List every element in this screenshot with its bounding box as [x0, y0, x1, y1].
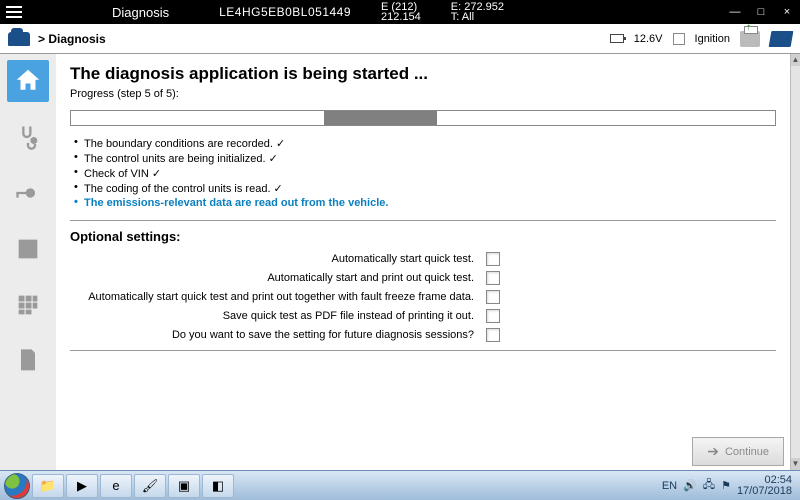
option-row: Automatically start and print out quick … [70, 271, 500, 285]
option-label: Automatically start quick test. [70, 253, 474, 265]
system-clock[interactable]: 02:54 17/07/2018 [737, 475, 792, 497]
clock-time: 02:54 [764, 475, 792, 486]
battery-icon [610, 34, 624, 43]
sidebar-home-button[interactable] [7, 60, 49, 102]
page-title: The diagnosis application is being start… [70, 64, 776, 84]
progress-steps-list: The boundary conditions are recorded. ✓T… [74, 136, 776, 210]
taskbar-app2-button[interactable]: ◧ [202, 474, 234, 498]
tray-flag-icon[interactable]: ⚑ [721, 479, 731, 492]
option-label: Automatically start and print out quick … [70, 272, 474, 284]
document-wrench-icon [14, 347, 42, 375]
scroll-track[interactable] [791, 66, 800, 458]
app-titlebar: Diagnosis LE4HG5EB0BL051449 E (212) 212.… [0, 0, 800, 24]
progress-step: The control units are being initialized.… [74, 151, 776, 166]
continue-button[interactable]: ➔ Continue [692, 437, 784, 466]
progress-segment [324, 111, 437, 125]
separator [70, 220, 776, 221]
vin-display: LE4HG5EB0BL051449 [219, 5, 351, 19]
windows-taskbar: 📁 ▶ e 🖌 ▣ ◧ EN 🔊 🖧 ⚑ 02:54 17/07/2018 [0, 470, 800, 500]
taskbar-tray: EN 🔊 🖧 ⚑ 02:54 17/07/2018 [662, 475, 796, 497]
arrow-right-icon: ➔ [707, 443, 719, 460]
option-checkbox[interactable] [486, 290, 500, 304]
option-row: Save quick test as PDF file instead of p… [70, 309, 500, 323]
option-checkbox[interactable] [486, 252, 500, 266]
taskbar-explorer-button[interactable]: 📁 [32, 474, 64, 498]
sidebar-list-button[interactable] [7, 228, 49, 270]
manual-icon[interactable] [769, 31, 794, 47]
option-label: Save quick test as PDF file instead of p… [70, 310, 474, 322]
home-icon [13, 66, 43, 96]
progress-label: Progress (step 5 of 5): [70, 88, 776, 100]
tray-volume-icon[interactable]: 🔊 [683, 479, 697, 492]
option-row: Do you want to save the setting for futu… [70, 328, 500, 342]
maximize-button[interactable]: □ [754, 6, 768, 18]
vehicle-engine-bot: T: All [451, 12, 504, 22]
progress-step: The coding of the control units is read.… [74, 181, 776, 196]
stethoscope-icon [14, 123, 42, 151]
export-icon[interactable] [740, 31, 760, 47]
vertical-scrollbar[interactable]: ▲ ▼ [790, 54, 800, 470]
option-row: Automatically start quick test and print… [70, 290, 500, 304]
language-indicator[interactable]: EN [662, 480, 677, 492]
progress-step: The emissions-relevant data are read out… [74, 196, 776, 210]
continue-bar: ➔ Continue [692, 437, 784, 466]
menu-icon[interactable] [6, 6, 22, 18]
key-icon [14, 179, 42, 207]
window-controls: — □ × [728, 6, 794, 18]
list-icon [14, 235, 42, 263]
progress-step: The boundary conditions are recorded. ✓ [74, 136, 776, 151]
breadcrumb: > Diagnosis [38, 32, 106, 46]
progress-step: Check of VIN ✓ [74, 166, 776, 181]
option-label: Do you want to save the setting for futu… [70, 329, 474, 341]
option-checkbox[interactable] [486, 309, 500, 323]
ignition-label: Ignition [695, 33, 730, 45]
sidebar-document-tool-button[interactable] [7, 340, 49, 382]
breadcrumb-bar: > Diagnosis 12.6V Ignition [0, 24, 800, 54]
sidebar-grid-button[interactable] [7, 284, 49, 326]
option-checkbox[interactable] [486, 271, 500, 285]
start-button[interactable] [4, 473, 30, 499]
option-row: Automatically start quick test. [70, 252, 500, 266]
close-button[interactable]: × [780, 6, 794, 18]
separator [70, 350, 776, 351]
scroll-down-icon[interactable]: ▼ [791, 458, 800, 470]
vehicle-code-bot: 212.154 [381, 12, 421, 22]
car-icon[interactable] [8, 32, 30, 46]
optional-settings-list: Automatically start quick test. Automatic… [70, 252, 776, 342]
vehicle-code-group: E (212) 212.154 [381, 2, 421, 22]
option-label: Automatically start quick test and print… [70, 291, 474, 303]
voltage-display: 12.6V [634, 33, 663, 45]
grid-icon [14, 291, 42, 319]
sidebar-key-button[interactable] [7, 172, 49, 214]
ignition-checkbox[interactable] [673, 33, 685, 45]
app-title: Diagnosis [112, 5, 169, 20]
taskbar-media-button[interactable]: ▶ [66, 474, 98, 498]
main-panel: The diagnosis application is being start… [56, 54, 790, 470]
minimize-button[interactable]: — [728, 6, 742, 18]
sidebar-stethoscope-button[interactable] [7, 116, 49, 158]
progress-bar [70, 110, 776, 126]
taskbar-ie-button[interactable]: e [100, 474, 132, 498]
work-area: The diagnosis application is being start… [0, 54, 800, 470]
clock-date: 17/07/2018 [737, 486, 792, 497]
taskbar-paint-button[interactable]: 🖌 [134, 474, 166, 498]
taskbar-app1-button[interactable]: ▣ [168, 474, 200, 498]
optional-settings-heading: Optional settings: [70, 229, 776, 244]
option-checkbox[interactable] [486, 328, 500, 342]
sidebar [0, 54, 56, 470]
continue-label: Continue [725, 446, 769, 458]
scroll-up-icon[interactable]: ▲ [791, 54, 800, 66]
vehicle-engine-group: E: 272.952 T: All [451, 2, 504, 22]
tray-network-icon[interactable]: 🖧 [703, 476, 715, 495]
